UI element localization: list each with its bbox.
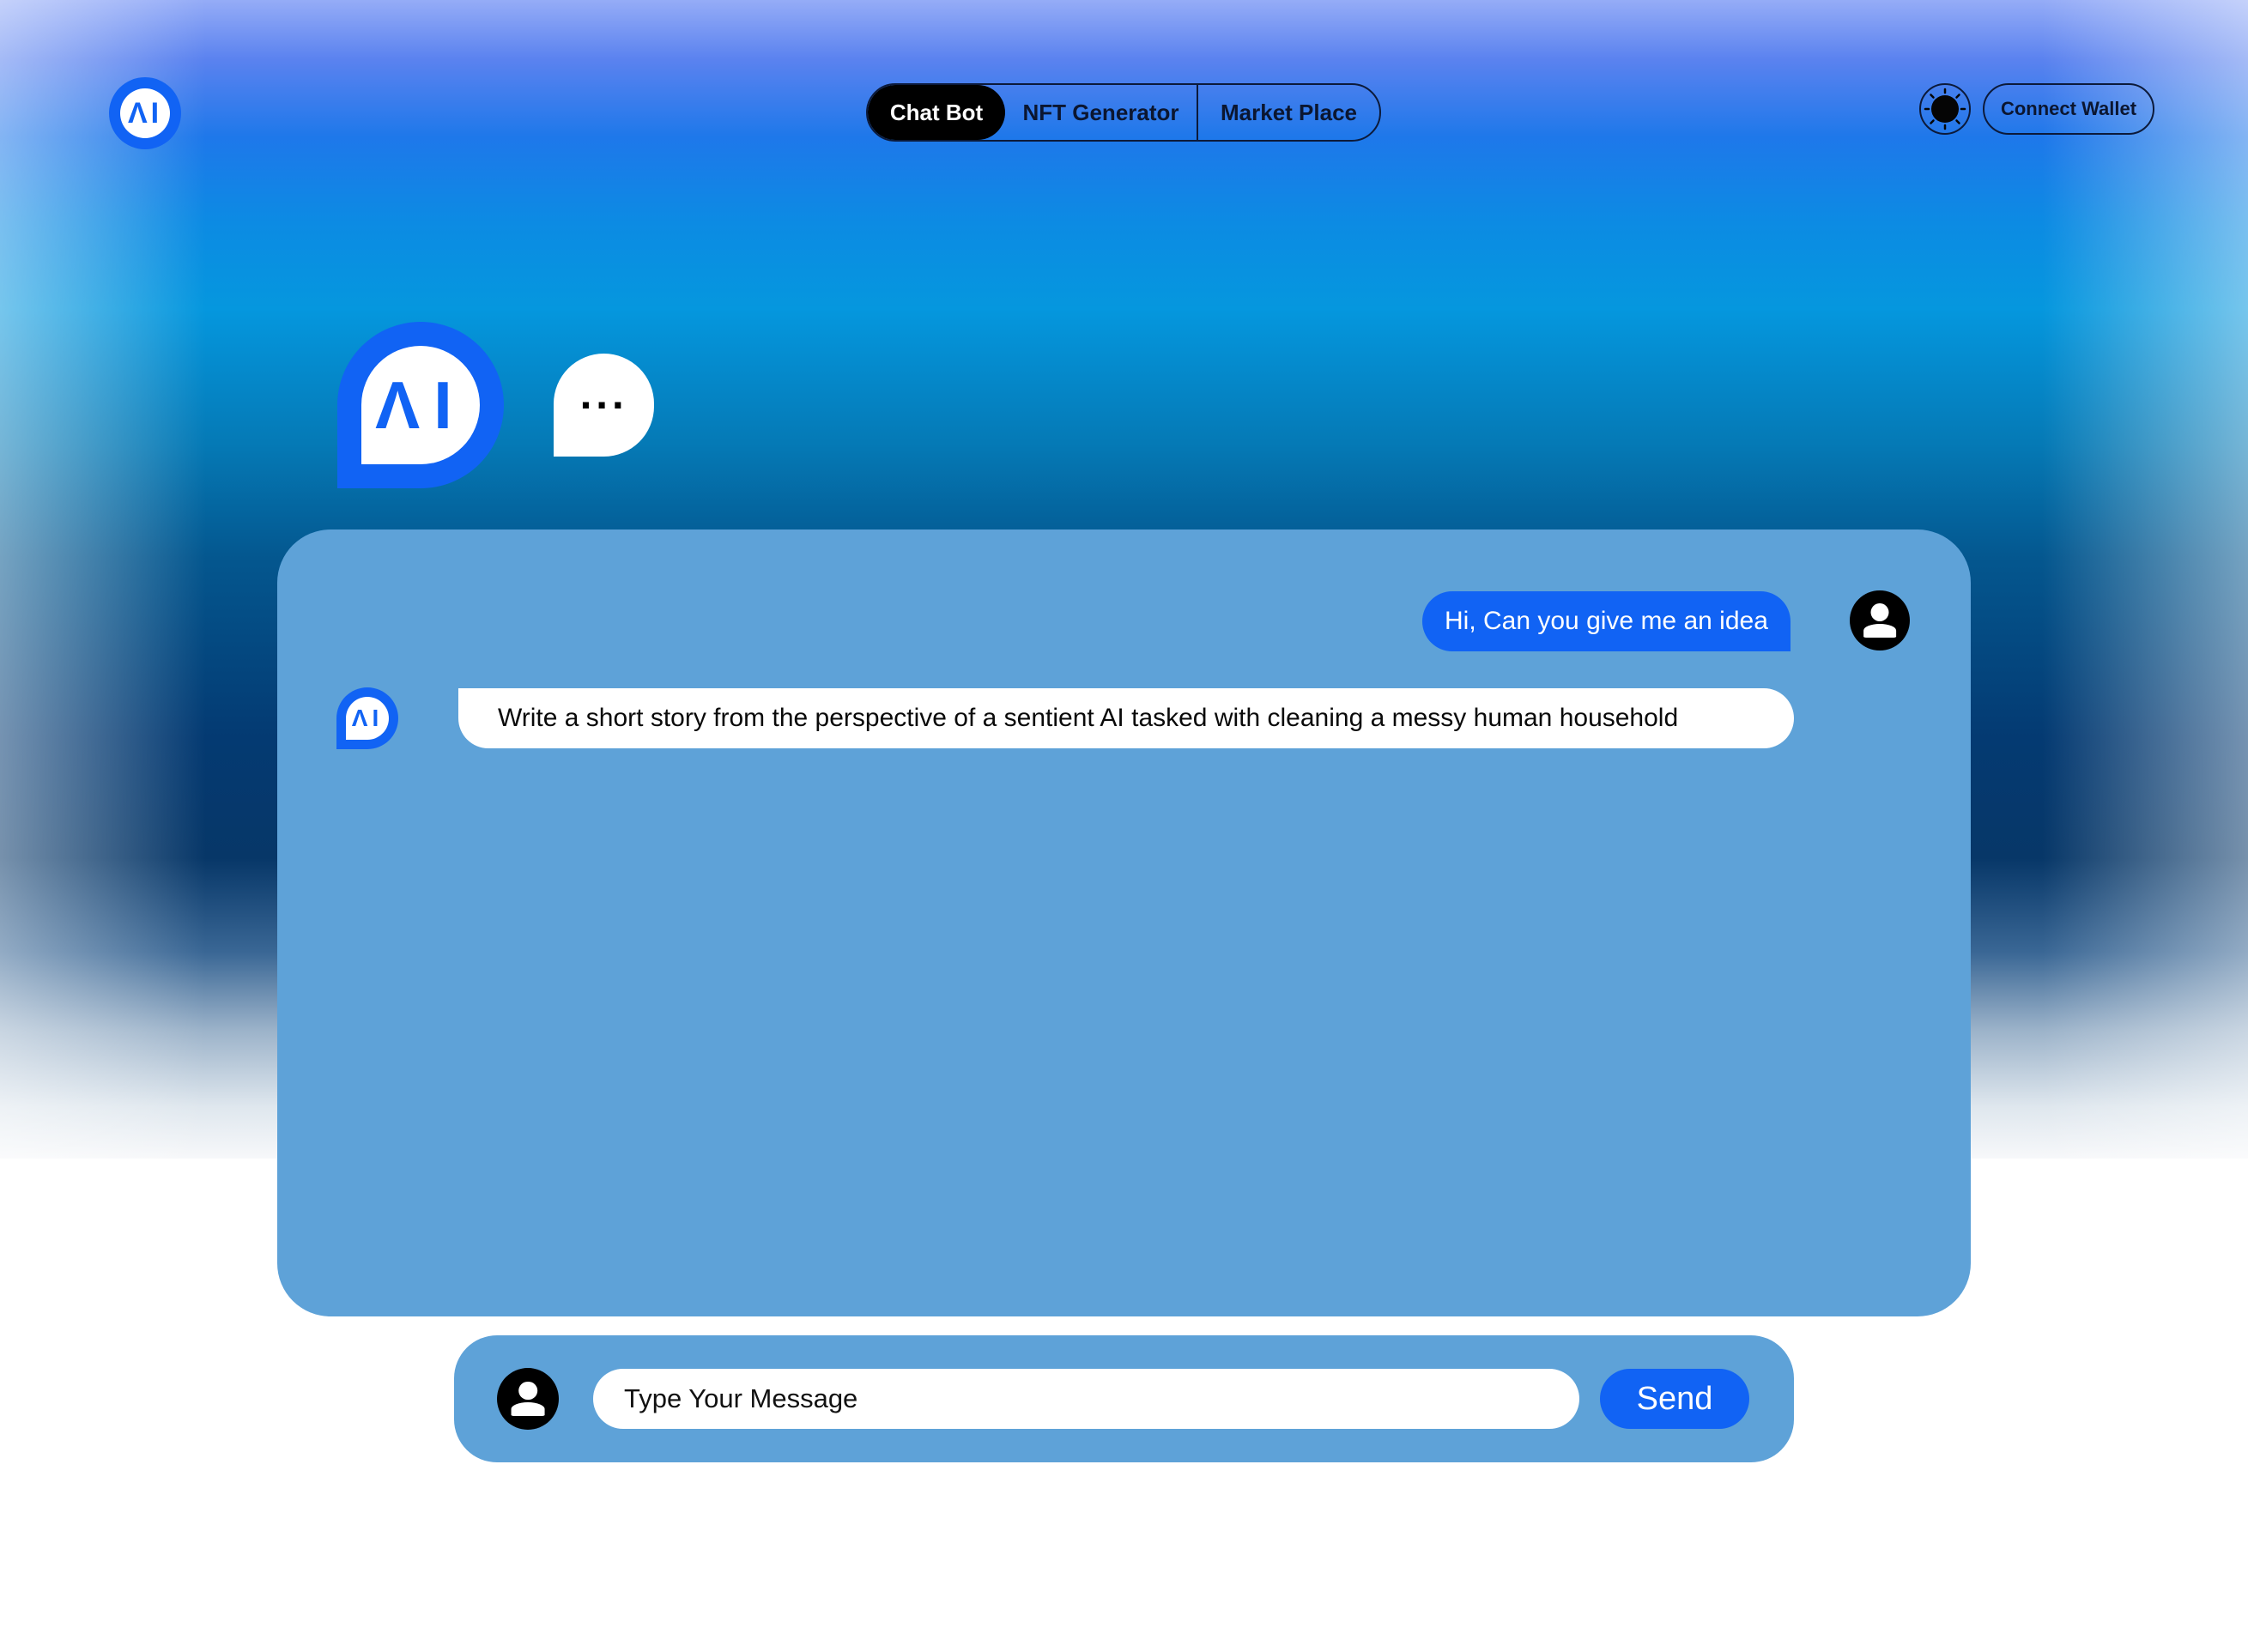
bot-avatar-large-text: ΛI — [375, 367, 466, 443]
composer-user-avatar-icon — [497, 1368, 559, 1430]
bot-message-bubble: Write a short story from the perspective… — [458, 688, 1794, 748]
message-input[interactable] — [593, 1369, 1579, 1429]
send-button[interactable]: Send — [1600, 1369, 1749, 1429]
app-logo[interactable]: ΛI — [109, 77, 181, 149]
bot-avatar-large: ΛI — [337, 322, 504, 488]
avatar-head — [518, 1381, 537, 1401]
user-message-bubble: Hi, Can you give me an idea — [1422, 591, 1791, 651]
bot-avatar-small-text: ΛI — [351, 705, 384, 731]
tab-nft-generator[interactable]: NFT Generator — [1005, 85, 1198, 140]
logo-text: ΛI — [127, 97, 163, 130]
avatar-body — [511, 1402, 545, 1417]
bot-avatar-large-inner: ΛI — [361, 346, 480, 464]
bot-avatar-small: ΛI — [336, 687, 398, 749]
main-nav: Chat Bot NFT Generator Market Place — [866, 83, 1381, 142]
connect-wallet-button[interactable]: Connect Wallet — [1983, 83, 2154, 135]
user-avatar-icon — [1850, 590, 1910, 651]
tab-market-place[interactable]: Market Place — [1198, 85, 1379, 140]
sun-icon — [1924, 88, 1966, 130]
theme-toggle-button[interactable] — [1919, 83, 1971, 135]
typing-indicator: ··· — [554, 354, 654, 457]
avatar-body — [1863, 624, 1896, 638]
bot-avatar-small-inner: ΛI — [346, 697, 389, 740]
logo-inner: ΛI — [120, 88, 170, 138]
avatar-head — [1870, 603, 1889, 622]
tab-chat-bot[interactable]: Chat Bot — [868, 85, 1005, 140]
